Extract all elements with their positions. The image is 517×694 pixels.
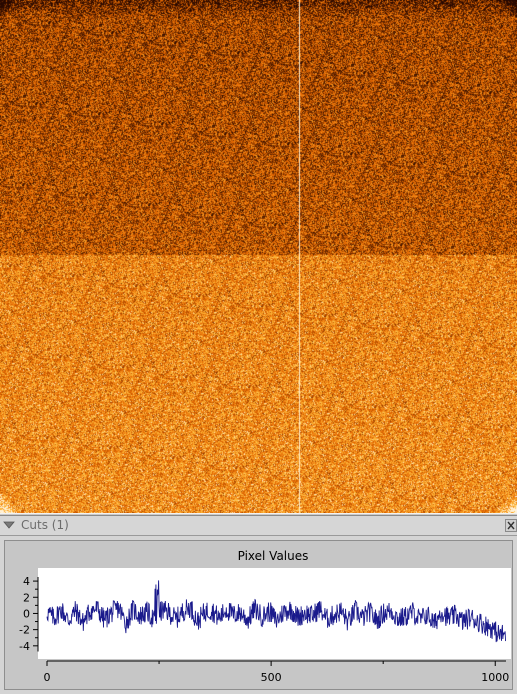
y-axis: 4 2 0 -2 -4 (19, 575, 39, 653)
image-view[interactable] (0, 0, 517, 513)
close-icon[interactable] (505, 519, 517, 532)
y-tick-label: 4 (23, 575, 30, 588)
x-tick-label: 0 (44, 671, 51, 684)
x-tick-label: 500 (261, 671, 282, 684)
image-canvas[interactable] (0, 0, 517, 513)
y-tick-label: -2 (19, 624, 30, 637)
y-tick-label: 0 (23, 607, 30, 620)
chart-title: Pixel Values (238, 549, 309, 563)
x-tick-label: 1000 (481, 671, 509, 684)
cuts-panel-title: Cuts (1) (21, 518, 69, 532)
x-axis: 0 500 1000 (44, 660, 509, 684)
y-tick-label: -4 (19, 640, 30, 653)
pixel-values-plot[interactable]: Pixel Values 4 2 0 -2 -4 0 500 1000 (4, 540, 513, 690)
y-tick-label: 2 (23, 591, 30, 604)
cuts-panel-titlebar[interactable]: Cuts (1) (0, 516, 517, 536)
chevron-down-icon[interactable] (3, 519, 15, 531)
